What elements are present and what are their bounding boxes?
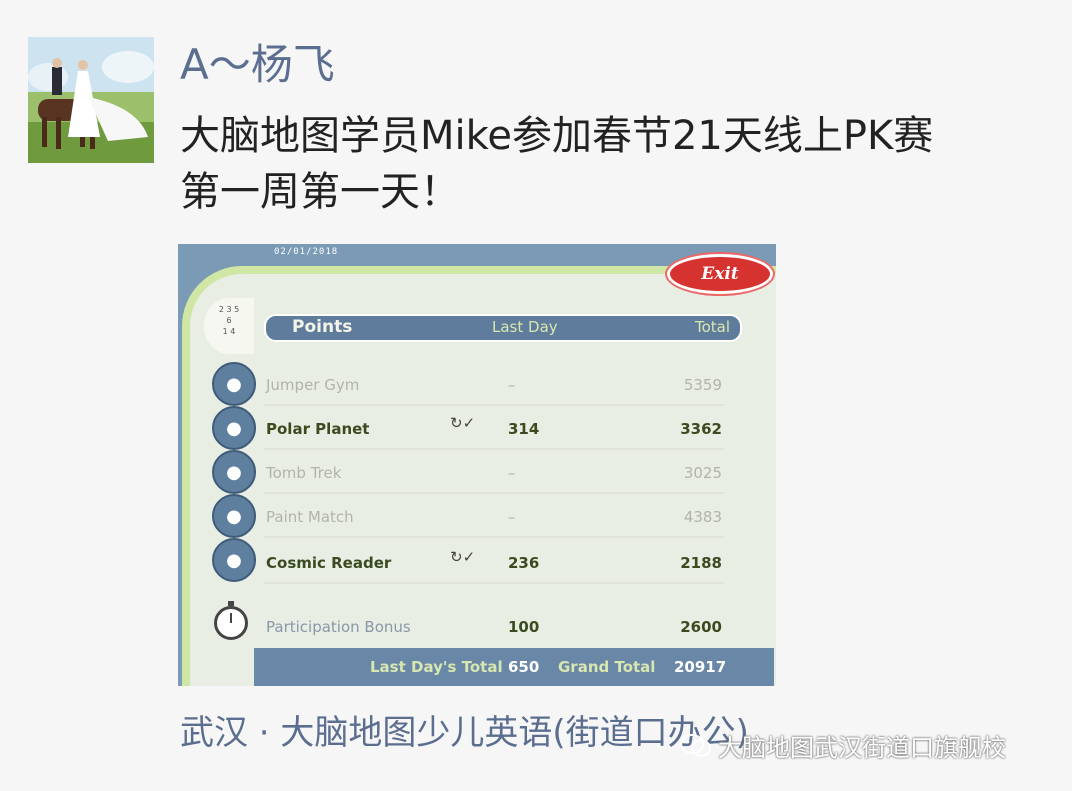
stopwatch-icon bbox=[214, 601, 248, 640]
row-last-day: – bbox=[508, 464, 516, 482]
grand-total-value: 20917 bbox=[674, 658, 727, 676]
row-total: 3025 bbox=[683, 464, 722, 482]
totals-bar: Last Day's Total 650 Grand Total 20917 bbox=[254, 648, 774, 686]
jumper-gym-icon: ● bbox=[212, 362, 256, 406]
tomb-trek-icon: ● bbox=[212, 450, 256, 494]
points-row: Polar Planet ↻✓ 314 3362 bbox=[264, 408, 724, 450]
post-text: 大脑地图学员Mike参加春节21天线上PK赛 第一周第一天！ bbox=[180, 113, 934, 215]
bonus-name: Participation Bonus bbox=[266, 618, 411, 636]
points-row: Jumper Gym – 5359 bbox=[264, 364, 724, 406]
bonus-last-day: 100 bbox=[508, 618, 540, 636]
row-last-day: – bbox=[508, 508, 516, 526]
header-total: Total bbox=[694, 318, 730, 336]
row-total: 5359 bbox=[683, 376, 722, 394]
check-clock-icon: ↻✓ bbox=[450, 548, 476, 566]
points-header: Points Last Day Total bbox=[264, 314, 742, 342]
screenshot-date: 02/01/2018 bbox=[274, 247, 339, 257]
grand-total-label: Grand Total bbox=[558, 658, 656, 676]
row-name: Cosmic Reader bbox=[266, 554, 392, 572]
points-row: Paint Match – 4383 bbox=[264, 496, 724, 538]
row-name: Polar Planet bbox=[266, 420, 370, 438]
row-name: Paint Match bbox=[266, 508, 354, 526]
last-days-total-label: Last Day's Total bbox=[370, 658, 503, 676]
header-points: Points bbox=[292, 317, 353, 337]
watermark-text: 大脑地图武汉街道口旗舰校 bbox=[718, 734, 1006, 762]
header-last-day: Last Day bbox=[492, 318, 558, 336]
points-row: Tomb Trek – 3025 bbox=[264, 452, 724, 494]
row-name: Tomb Trek bbox=[266, 464, 342, 482]
row-total: 4383 bbox=[683, 508, 722, 526]
cosmic-reader-icon: ● bbox=[212, 538, 256, 582]
row-name: Jumper Gym bbox=[266, 376, 360, 394]
avatar-image bbox=[28, 37, 154, 163]
bonus-row: Participation Bonus 100 2600 bbox=[264, 606, 724, 646]
polar-planet-icon: ● bbox=[212, 406, 256, 450]
exit-button: Exit bbox=[667, 254, 773, 294]
watermark: 大脑地图武汉街道口旗舰校 bbox=[680, 728, 1006, 763]
avatar[interactable] bbox=[28, 37, 154, 163]
username[interactable]: A～杨飞 bbox=[180, 44, 335, 86]
row-last-day: 236 bbox=[508, 554, 540, 572]
location-link[interactable]: 武汉 · 大脑地图少儿英语(街道口办公) bbox=[180, 716, 749, 750]
wechat-icon bbox=[680, 733, 712, 759]
row-total: 3362 bbox=[680, 420, 722, 438]
row-total: 2188 bbox=[680, 554, 722, 572]
last-days-total-value: 650 bbox=[508, 658, 540, 676]
numbers-icon: 2 3 5 6 1 4 bbox=[204, 298, 254, 354]
paint-match-icon: ● bbox=[212, 494, 256, 538]
post-image[interactable]: 02/01/2018 Exit 2 3 5 6 1 4 Points Last … bbox=[178, 244, 776, 686]
row-last-day: – bbox=[508, 376, 516, 394]
row-last-day: 314 bbox=[508, 420, 540, 438]
check-clock-icon: ↻✓ bbox=[450, 414, 476, 432]
bonus-total: 2600 bbox=[680, 618, 722, 636]
points-row: Cosmic Reader ↻✓ 236 2188 bbox=[264, 542, 724, 584]
